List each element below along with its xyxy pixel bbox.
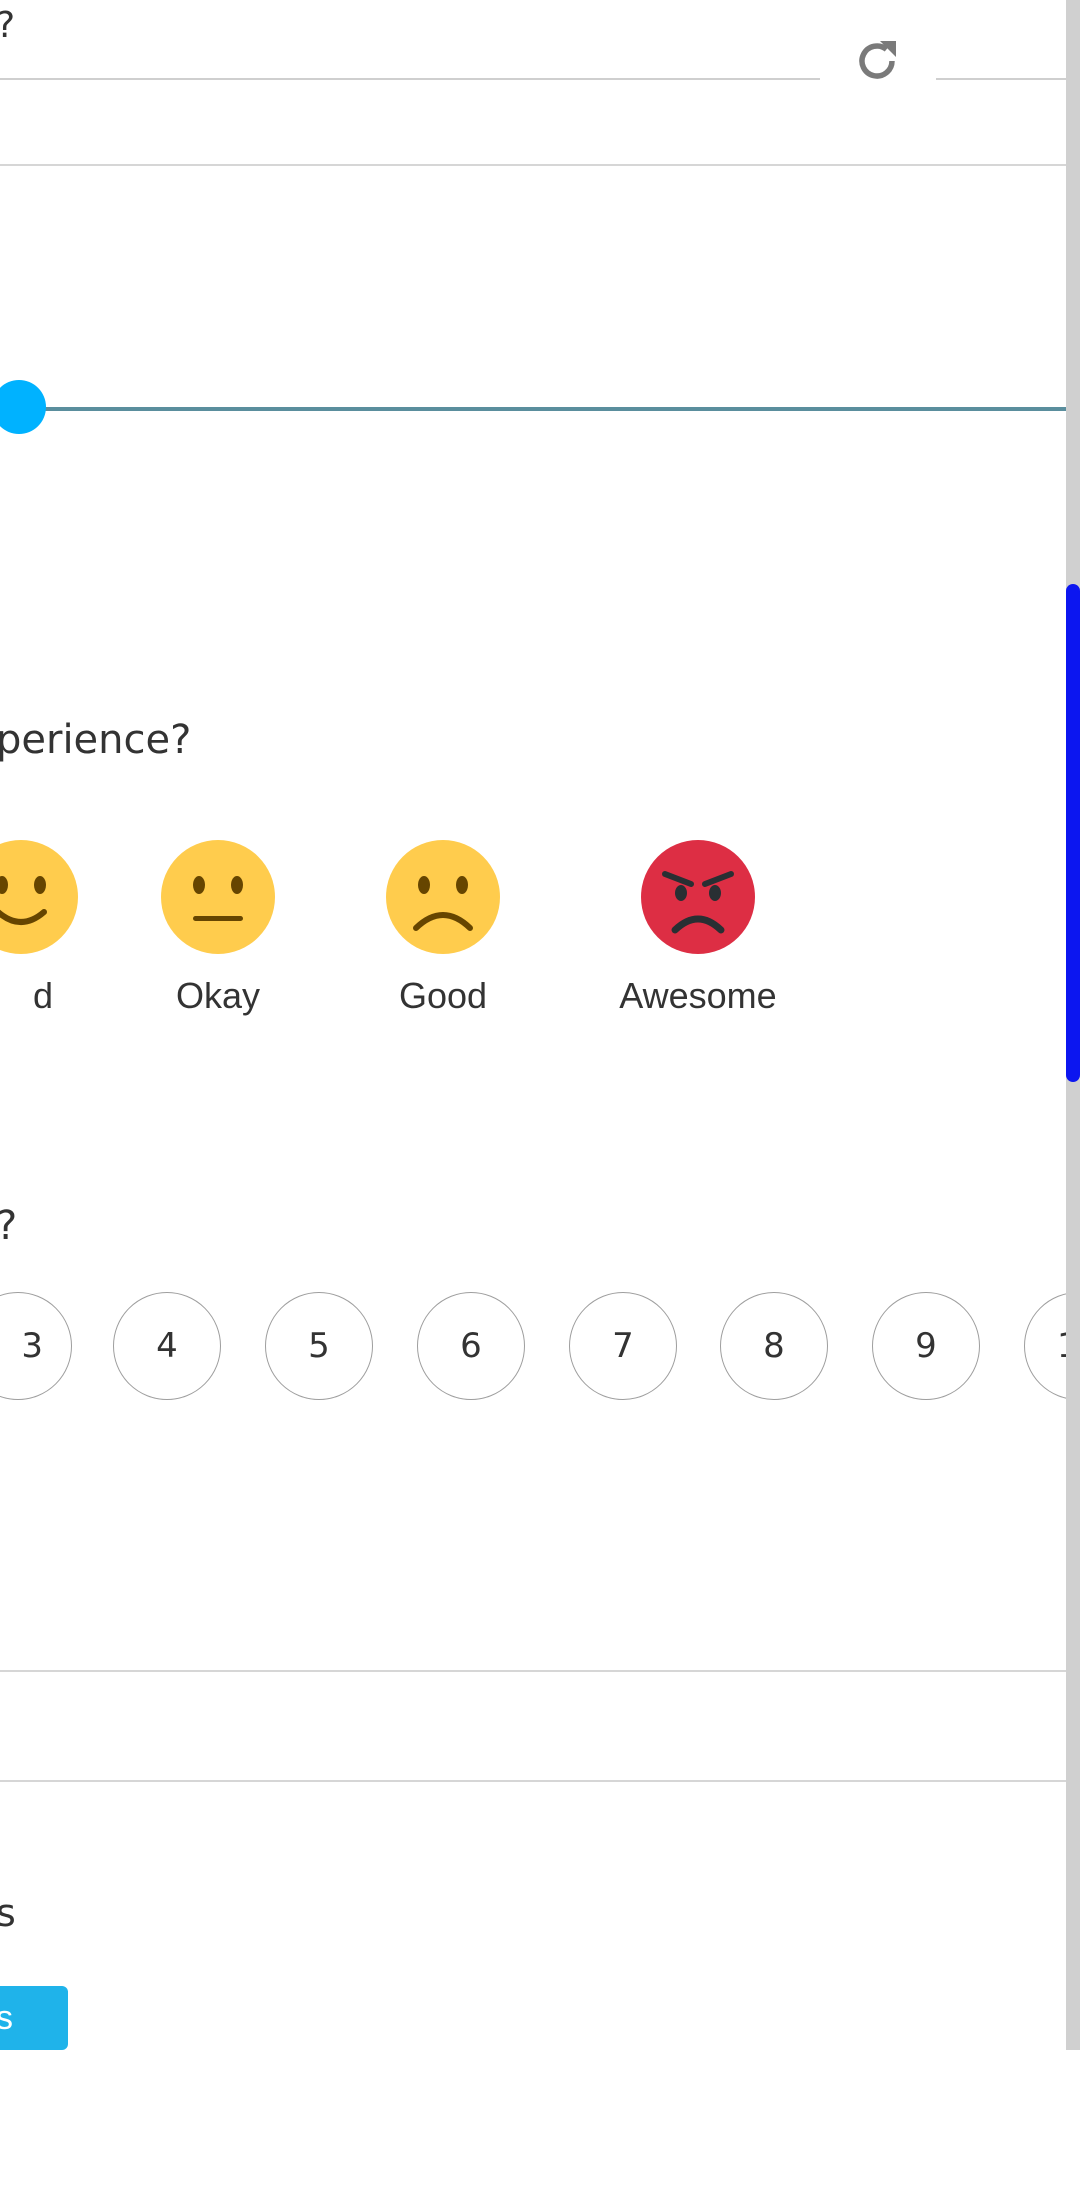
frowning-face-icon xyxy=(386,840,500,954)
slightly-smiling-face-icon xyxy=(0,840,78,954)
question-3-text: ? xyxy=(0,1200,17,1252)
nps-option-3[interactable]: 3 xyxy=(0,1292,72,1400)
nps-option-9[interactable]: 9 xyxy=(872,1292,980,1400)
nps-option-6[interactable]: 6 xyxy=(417,1292,525,1400)
rating-option-awesome[interactable]: Awesome xyxy=(598,840,798,1040)
page-bottom xyxy=(0,2050,1080,2208)
rating-option-label: Good xyxy=(398,975,488,1016)
rating-option-okay[interactable]: Okay xyxy=(118,840,318,1040)
survey-page: ? perience? d xyxy=(0,0,1080,2208)
slider-thumb[interactable] xyxy=(0,380,46,434)
slider-track[interactable] xyxy=(18,407,1066,411)
nps-option-7[interactable]: 7 xyxy=(569,1292,677,1400)
section-divider xyxy=(0,1670,1066,1672)
question-2-text: perience? xyxy=(0,717,192,763)
scrollbar-thumb[interactable] xyxy=(1066,584,1080,1082)
text-input-underline-right xyxy=(936,78,1066,80)
question-1-text: ? xyxy=(0,2,15,50)
rating-option-good[interactable]: Good xyxy=(343,840,543,1040)
text-input-underline[interactable] xyxy=(0,78,820,80)
neutral-face-icon xyxy=(161,840,275,954)
nps-option-4[interactable]: 4 xyxy=(113,1292,221,1400)
submit-button[interactable]: s xyxy=(0,1986,68,2050)
rating-option-sad[interactable]: d xyxy=(0,840,121,1040)
section-divider xyxy=(0,164,1066,166)
nps-option-5[interactable]: 5 xyxy=(265,1292,373,1400)
rating-option-label: Awesome xyxy=(619,975,777,1016)
refresh-icon[interactable] xyxy=(852,36,902,86)
question-4-text: s xyxy=(0,1891,16,1935)
angry-face-icon xyxy=(641,840,755,954)
section-divider xyxy=(0,1780,1066,1782)
rating-option-label: Okay xyxy=(175,975,261,1016)
nps-option-8[interactable]: 8 xyxy=(720,1292,828,1400)
